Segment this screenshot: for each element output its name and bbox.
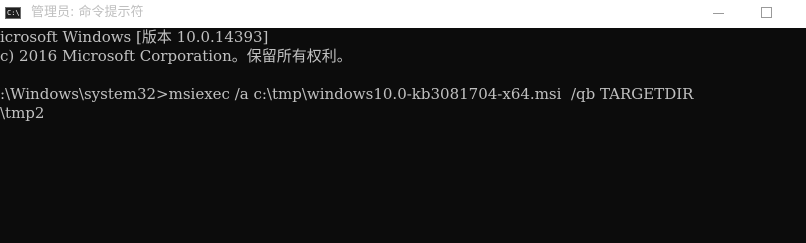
maximize-button[interactable]: [744, 0, 790, 28]
title-bar[interactable]: C:\ 管理员: 命令提示符: [0, 0, 806, 28]
console-line: \tmp2: [0, 104, 45, 122]
cmd-icon: C:\: [5, 7, 21, 19]
maximize-icon: [761, 7, 772, 18]
console-line: icrosoft Windows [版本 10.0.14393]: [0, 28, 269, 46]
minimize-button[interactable]: [697, 0, 743, 28]
console-command-line: :\Windows\system32>msiexec /a c:\tmp\win…: [0, 85, 694, 103]
command-prompt-window: C:\ 管理员: 命令提示符 icrosoft Windows [版本 10.0…: [0, 0, 806, 243]
close-button[interactable]: [791, 0, 806, 28]
minimize-icon: [713, 13, 724, 14]
console-line: c) 2016 Microsoft Corporation。保留所有权利。: [0, 47, 352, 65]
console-output[interactable]: icrosoft Windows [版本 10.0.14393] c) 2016…: [0, 28, 806, 243]
window-title: 管理员: 命令提示符: [31, 5, 144, 20]
